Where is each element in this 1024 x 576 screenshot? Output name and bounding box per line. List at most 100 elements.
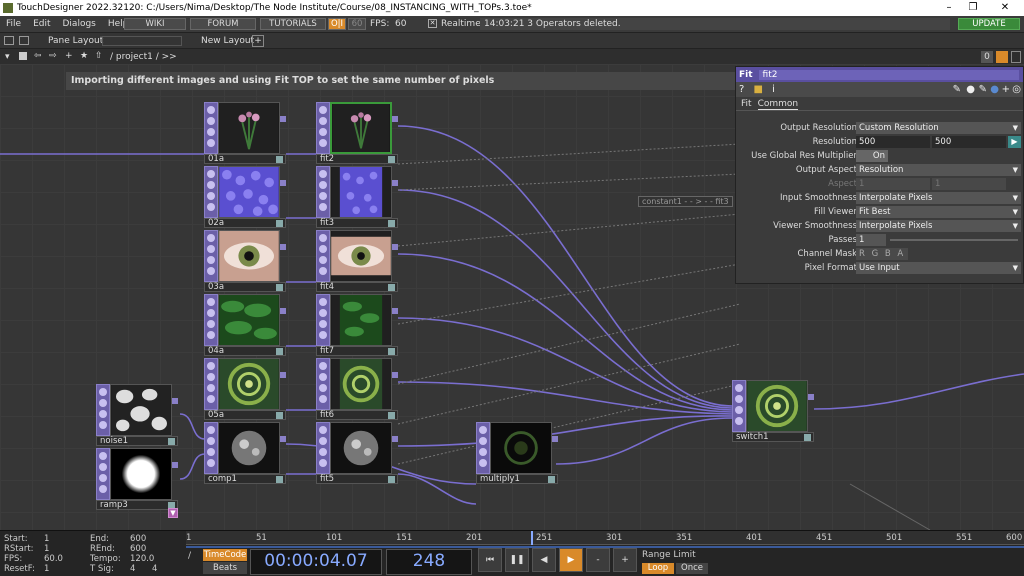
viewer-smoothness-menu[interactable]: Interpolate Pixels ▼ xyxy=(856,220,1021,232)
info-icon[interactable]: i xyxy=(772,84,775,95)
resetf-field[interactable]: 1 xyxy=(44,564,49,574)
script-icon[interactable]: ✎ xyxy=(979,82,987,97)
minimize-icon[interactable]: – xyxy=(938,0,960,16)
loop-button[interactable]: Loop xyxy=(642,563,674,574)
tutorials-button[interactable]: TUTORIALS xyxy=(260,18,326,30)
node-fit2[interactable]: fit2 xyxy=(316,102,398,164)
time-ruler[interactable]: 1 51 101 151 201 251 301 351 401 451 501… xyxy=(186,531,1024,545)
add-icon[interactable]: + xyxy=(65,51,73,61)
end-field[interactable]: 600 xyxy=(130,534,146,544)
zoom-index[interactable]: 0 xyxy=(981,51,993,63)
current-frame-display[interactable]: 248 xyxy=(386,549,472,575)
node-fit4[interactable]: fit4 xyxy=(316,230,398,292)
add-layout-icon[interactable]: + xyxy=(252,35,264,47)
node-fit7[interactable]: fit7 xyxy=(316,294,398,356)
wiki-button[interactable]: WIKI xyxy=(124,18,186,30)
playhead[interactable] xyxy=(531,531,533,545)
resolution-height-field[interactable]: 500 xyxy=(932,136,1006,148)
bookmark-icon[interactable]: ▼ xyxy=(168,508,178,518)
rstart-field[interactable]: 1 xyxy=(44,544,49,554)
fps-field[interactable]: 60.0 xyxy=(44,554,63,564)
stop-icon[interactable] xyxy=(19,52,27,60)
edit-icon[interactable]: ✎ xyxy=(953,82,961,97)
realtime-checkbox[interactable]: ✕ xyxy=(428,19,437,28)
node-multiply1[interactable]: multiply1 xyxy=(476,422,558,484)
param-resolution: Resolution 500 500 ▶ xyxy=(736,135,1024,149)
channel-mask-buttons[interactable]: R G B A xyxy=(856,248,908,260)
network-path[interactable]: / project1 / >> xyxy=(110,52,177,62)
node-02a[interactable]: 02a xyxy=(204,166,286,228)
annotation-header[interactable]: Importing different images and using Fit… xyxy=(66,72,736,90)
update-button[interactable]: UPDATE xyxy=(958,18,1020,30)
aspect-y-field[interactable]: 1 xyxy=(932,178,1006,190)
play-button[interactable]: ▶ xyxy=(559,548,583,572)
tab-fit[interactable]: Fit xyxy=(741,97,752,110)
menu-dialogs[interactable]: Dialogs xyxy=(57,19,102,29)
rend-field[interactable]: 600 xyxy=(130,544,146,554)
node-switch1[interactable]: switch1 xyxy=(732,380,814,442)
rewind-button[interactable]: ⏮ xyxy=(478,548,502,572)
node-01a[interactable]: 01a xyxy=(204,102,286,164)
menu-file[interactable]: File xyxy=(0,19,27,29)
tsig-b-field[interactable]: 4 xyxy=(152,564,157,574)
help-icon[interactable]: ? xyxy=(739,84,744,95)
python-icon[interactable]: ■ xyxy=(754,84,763,95)
node-noise1[interactable]: noise1 xyxy=(96,384,178,446)
tsig-a-field[interactable]: 4 xyxy=(130,564,135,574)
restore-icon[interactable]: ❐ xyxy=(962,0,984,16)
output-resolution-menu[interactable]: Custom Resolution ▼ xyxy=(856,122,1021,134)
pane-layout-slots[interactable] xyxy=(102,36,182,46)
pane-view-icon[interactable] xyxy=(19,36,29,45)
fps-cap-field[interactable]: 60 xyxy=(348,18,366,30)
operator-name-field[interactable]: fit2 xyxy=(758,69,1019,80)
star-icon[interactable]: ★ xyxy=(80,51,88,61)
timecode-button[interactable]: TimeCode xyxy=(203,549,247,561)
perform-mode-button[interactable]: O|I xyxy=(328,18,346,30)
step-back-button[interactable]: ◀ xyxy=(532,548,556,572)
node-fit5[interactable]: fit5 xyxy=(316,422,398,484)
resolution-play-icon[interactable]: ▶ xyxy=(1008,136,1021,148)
current-time-display[interactable]: 00:00:04.07 xyxy=(250,549,382,575)
pane-mode-icon[interactable] xyxy=(996,51,1008,63)
back-icon[interactable]: ⇦ xyxy=(34,51,42,61)
pause-button[interactable]: ❚❚ xyxy=(505,548,529,572)
param-output-resolution: Output Resolution Custom Resolution ▼ xyxy=(736,121,1024,135)
passes-field[interactable]: 1 xyxy=(856,234,886,246)
output-aspect-menu[interactable]: Resolution ▼ xyxy=(856,164,1021,176)
step-plus-button[interactable]: + xyxy=(613,548,637,572)
resolution-width-field[interactable]: 500 xyxy=(856,136,930,148)
node-fit3[interactable]: fit3 xyxy=(316,166,398,228)
python-script-icon[interactable]: ● xyxy=(990,82,999,97)
parameter-panel: Fit fit2 ? ■ i ✎ ● ✎ ● + ◎ Fit Common Ou… xyxy=(735,66,1024,284)
global-res-toggle[interactable]: On xyxy=(856,150,888,162)
pixel-format-menu[interactable]: Use Input ▼ xyxy=(856,262,1021,274)
menu-edit[interactable]: Edit xyxy=(27,19,56,29)
node-comp1[interactable]: comp1 xyxy=(204,422,286,484)
aspect-x-field[interactable]: 1 xyxy=(856,178,930,190)
passes-slider[interactable] xyxy=(890,239,1018,241)
tempo-field[interactable]: 120.0 xyxy=(130,554,154,564)
step-minus-button[interactable]: - xyxy=(586,548,610,572)
comment-icon[interactable]: ● xyxy=(966,82,975,97)
timeline-expand-icon[interactable]: / xyxy=(188,551,198,561)
node-05a[interactable]: 05a xyxy=(204,358,286,420)
menu-arrow-icon[interactable]: ▾ xyxy=(5,52,10,62)
add-param-icon[interactable]: + xyxy=(1002,82,1010,97)
target-icon[interactable]: ◎ xyxy=(1012,82,1021,97)
node-ramp3[interactable]: ramp3 xyxy=(96,448,178,510)
node-04a[interactable]: 04a xyxy=(204,294,286,356)
beats-button[interactable]: Beats xyxy=(203,562,247,574)
forward-icon[interactable]: ⇨ xyxy=(49,51,57,61)
tab-common[interactable]: Common xyxy=(757,97,799,110)
start-field[interactable]: 1 xyxy=(44,534,49,544)
pane-menu-icon[interactable] xyxy=(1011,51,1021,63)
fill-viewer-menu[interactable]: Fit Best ▼ xyxy=(856,206,1021,218)
up-level-icon[interactable]: ⇧ xyxy=(95,51,103,61)
input-smoothness-menu[interactable]: Interpolate Pixels ▼ xyxy=(856,192,1021,204)
pane-split-icon[interactable] xyxy=(4,36,14,45)
forum-button[interactable]: FORUM xyxy=(190,18,256,30)
close-icon[interactable]: ✕ xyxy=(994,0,1016,16)
node-fit6[interactable]: fit6 xyxy=(316,358,398,420)
once-button[interactable]: Once xyxy=(676,563,708,574)
node-03a[interactable]: 03a xyxy=(204,230,286,292)
